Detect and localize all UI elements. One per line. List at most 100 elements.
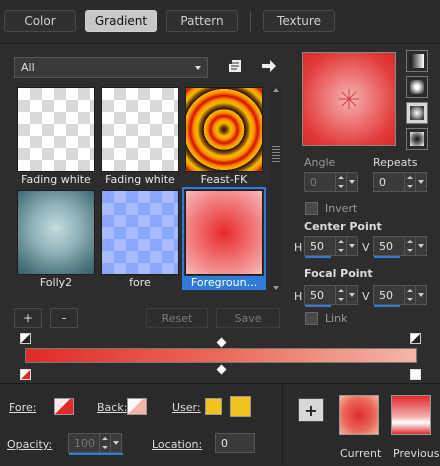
add-gradient-label: + <box>22 311 34 325</box>
focal-v-dropdown[interactable] <box>415 286 426 304</box>
gradient-label: Feast-FK <box>200 173 248 186</box>
center-v-bar <box>374 256 400 258</box>
reset-button[interactable]: Reset <box>146 308 208 328</box>
center-h-dropdown[interactable] <box>346 237 357 255</box>
tab-pattern-label: Pattern <box>180 14 224 28</box>
focal-v-input[interactable]: 50 <box>373 285 427 307</box>
focal-h-dropdown[interactable] <box>346 286 357 304</box>
fore-corner-icon <box>55 399 70 414</box>
gradient-thumb[interactable] <box>101 87 179 172</box>
transparency-stop-right-icon[interactable] <box>410 333 421 344</box>
divider <box>282 385 283 465</box>
back-corner-icon <box>128 399 143 414</box>
previous-swatch[interactable] <box>391 395 431 435</box>
rectangular-style-button[interactable] <box>406 76 428 98</box>
linear-style-button[interactable] <box>406 50 428 72</box>
repeats-stepper[interactable] <box>404 173 415 191</box>
add-stop-button[interactable]: + <box>298 398 324 422</box>
center-v-input[interactable]: 50 <box>373 236 427 258</box>
focal-h-input[interactable]: 50 <box>304 285 358 307</box>
tab-bar: Color Gradient Pattern Texture <box>0 0 440 44</box>
fore-label-text: Fore: <box>9 401 37 414</box>
gradient-thumb-selected[interactable] <box>182 187 266 278</box>
tab-gradient[interactable]: Gradient <box>85 10 157 32</box>
gradient-thumb[interactable] <box>17 190 95 275</box>
reset-label: Reset <box>161 311 193 325</box>
tab-gradient-label: Gradient <box>94 14 148 28</box>
location-value: 0 <box>221 436 228 450</box>
opacity-stepper[interactable] <box>99 434 110 452</box>
gradient-thumb[interactable] <box>101 190 179 275</box>
previous-label: Previous <box>393 447 440 460</box>
center-v-label: V <box>362 241 370 254</box>
fore-color-swatch[interactable] <box>54 398 74 415</box>
arrow-right-icon[interactable] <box>258 56 280 76</box>
scroll-thumb[interactable] <box>272 146 280 164</box>
color-stop-left-icon[interactable] <box>20 369 31 380</box>
angle-value: 0 <box>310 175 317 189</box>
center-h-stepper[interactable] <box>335 237 346 255</box>
link-label: Link <box>325 312 348 325</box>
focal-v-label: V <box>362 290 370 303</box>
repeats-label: Repeats <box>373 156 418 169</box>
repeats-dropdown[interactable] <box>415 173 426 191</box>
sunburst-style-icon <box>410 106 424 120</box>
radial-style-button[interactable] <box>406 128 428 150</box>
repeats-input[interactable]: 0 <box>373 172 427 192</box>
center-h-label: H <box>294 241 303 254</box>
gradient-thumb[interactable] <box>185 87 263 172</box>
gradient-label: Foregroun... <box>182 276 266 290</box>
tab-texture[interactable]: Texture <box>263 10 335 32</box>
angle-stepper[interactable] <box>335 173 346 191</box>
remove-gradient-label: - <box>61 311 67 325</box>
back-color-swatch[interactable] <box>127 398 147 415</box>
scroll-up-icon[interactable] <box>273 88 279 92</box>
gradient-swatch <box>17 87 95 172</box>
back-label: Back: <box>97 401 127 414</box>
tab-pattern[interactable]: Pattern <box>166 10 238 32</box>
category-dropdown[interactable]: All <box>14 57 208 78</box>
gradient-swatch <box>101 87 179 172</box>
location-input[interactable]: 0 <box>215 433 255 453</box>
gradient-swatch <box>17 190 95 275</box>
gallery-scrollbar[interactable] <box>270 86 282 292</box>
invert-checkbox[interactable] <box>305 202 318 215</box>
scroll-down-icon[interactable] <box>273 286 279 290</box>
opacity-bar <box>69 453 123 455</box>
gradient-preview[interactable] <box>302 52 396 146</box>
angle-dropdown[interactable] <box>346 173 357 191</box>
library-icon[interactable] <box>225 56 245 76</box>
opacity-input[interactable]: 100 <box>68 433 123 455</box>
tab-color[interactable]: Color <box>4 10 76 32</box>
transparency-stop-left-icon[interactable] <box>20 333 31 344</box>
link-checkbox[interactable] <box>305 312 318 325</box>
category-dropdown-value: All <box>21 61 35 74</box>
focal-h-bar <box>305 305 331 307</box>
location-label: Location: <box>152 438 202 451</box>
user-label-text: User: <box>172 401 201 414</box>
user-color-picker[interactable] <box>230 396 251 417</box>
center-h-input[interactable]: 50 <box>304 236 358 258</box>
center-v-stepper[interactable] <box>404 237 415 255</box>
center-v-dropdown[interactable] <box>415 237 426 255</box>
invert-label: Invert <box>325 202 358 215</box>
focal-v-stepper[interactable] <box>404 286 415 304</box>
back-label-text: Back: <box>97 401 128 414</box>
add-gradient-button[interactable]: + <box>14 308 42 328</box>
focal-point-label: Focal Point <box>304 267 373 280</box>
gradient-thumb[interactable] <box>17 87 95 172</box>
focal-h-stepper[interactable] <box>335 286 346 304</box>
focal-v-bar <box>374 305 400 307</box>
chevron-down-icon <box>195 66 201 70</box>
angle-input[interactable]: 0 <box>304 172 358 192</box>
tab-color-label: Color <box>24 14 56 28</box>
current-swatch[interactable] <box>339 395 379 435</box>
opacity-label-text: Opacity: <box>7 438 53 451</box>
save-button[interactable]: Save <box>216 308 280 328</box>
sunburst-style-button[interactable] <box>406 102 428 124</box>
remove-gradient-button[interactable]: - <box>50 308 78 328</box>
gradient-editor-bar[interactable] <box>25 348 417 363</box>
color-stop-right-icon[interactable] <box>410 369 421 380</box>
user-color-swatch[interactable] <box>205 398 222 415</box>
opacity-dropdown[interactable] <box>110 434 121 452</box>
